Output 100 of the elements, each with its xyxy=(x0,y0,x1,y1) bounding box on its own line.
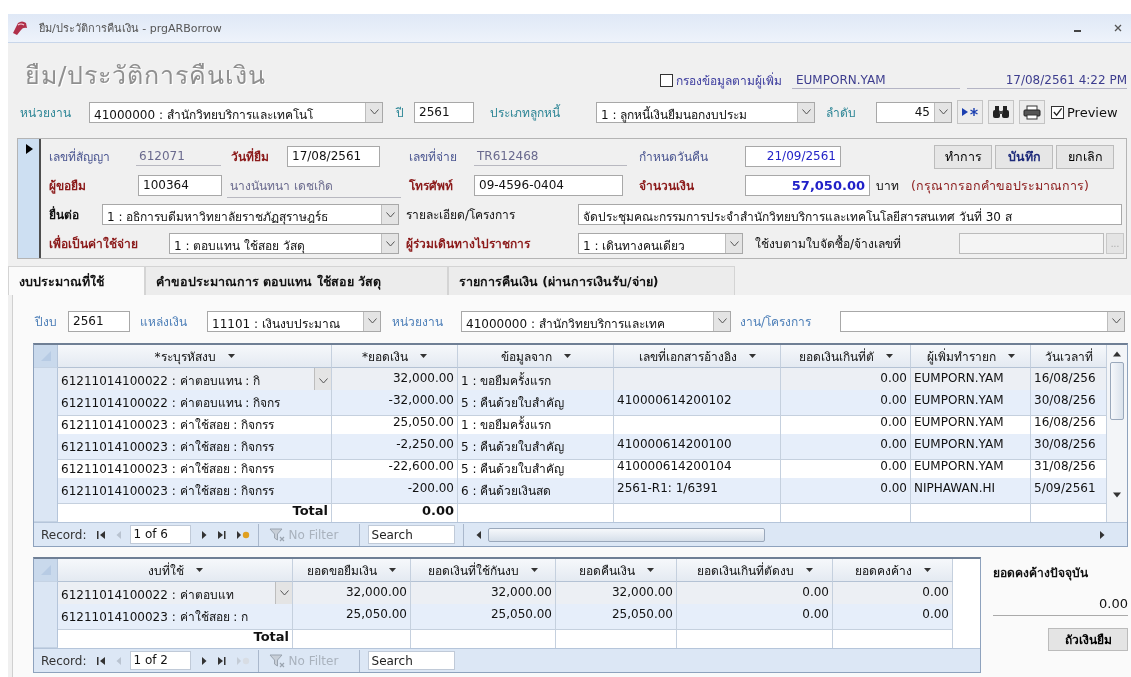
window-title: ยืม/ประวัติการคืนเงิน - prgARBorrow xyxy=(39,21,222,37)
scroll-right-icon[interactable] xyxy=(1099,529,1105,540)
field-value: นางนันทนา เดชเกิด xyxy=(227,173,401,198)
scroll-thumb[interactable] xyxy=(487,527,765,542)
dropdown-field[interactable]: 1 : เดินทางคนเดียว xyxy=(578,233,743,254)
table-cell: 2561-R1: 1/6391 xyxy=(614,478,781,504)
record-label: Record: xyxy=(41,527,87,542)
caret-icon xyxy=(227,354,235,358)
caret-icon xyxy=(385,240,395,247)
field-label: ใช้งบตามใบจัดซื้อ/จ้างเลขที่ xyxy=(755,234,903,253)
settle-button[interactable]: ถัวเงินยืม xyxy=(1048,628,1128,651)
previous-record-icon[interactable] xyxy=(115,529,122,540)
scroll-left-icon[interactable] xyxy=(475,529,482,540)
caret-icon xyxy=(938,109,948,115)
action-button[interactable]: ยกเลิก xyxy=(1056,144,1114,169)
checkbox[interactable] xyxy=(1051,105,1064,119)
field-label: ผู้ขอยืม xyxy=(49,178,87,195)
row-selector[interactable] xyxy=(34,582,58,605)
dropdown-field[interactable]: 1 : ตอบแทน ใช้สอย วัสดุ xyxy=(169,233,399,254)
next-record-icon[interactable] xyxy=(200,655,207,666)
current-record-icon xyxy=(26,144,33,154)
table-cell: 0.00 xyxy=(833,604,953,630)
text-field[interactable]: 2561 xyxy=(68,310,130,332)
scroll-thumb[interactable] xyxy=(1110,362,1124,420)
first-record-icon[interactable] xyxy=(96,655,106,666)
previous-record-icon[interactable] xyxy=(115,655,122,666)
vertical-scrollbar[interactable] xyxy=(1107,345,1127,522)
search-field[interactable]: Search xyxy=(367,525,455,544)
user-name: EUMPORN.YAM xyxy=(792,72,960,89)
table-cell: 30/08/256 xyxy=(1031,390,1107,416)
next-record-icon[interactable] xyxy=(200,529,207,540)
record-position-field[interactable]: 1 of 6 xyxy=(129,525,191,544)
printer-icon xyxy=(1023,104,1041,120)
table-cell: 0.00 xyxy=(781,390,911,416)
first-record-icon[interactable] xyxy=(96,529,106,540)
table-cell: 30/08/256 xyxy=(1031,434,1107,460)
row-selector[interactable] xyxy=(34,500,58,522)
table-cell: 25,050.00 xyxy=(293,604,411,630)
form-heading: ยืม/ประวัติการคืนเงิน xyxy=(25,59,267,92)
print-button[interactable] xyxy=(1019,100,1045,124)
text-field[interactable]: 09-4596-0404 xyxy=(474,175,623,196)
tab[interactable]: งบประมาณที่ใช้ xyxy=(8,266,145,295)
action-button[interactable]: บันทึก xyxy=(995,144,1053,169)
table-cell: EUMPORN.YAM xyxy=(911,390,1031,416)
dropdown-cell[interactable]: 61211014100022 : ค่าตอบแท xyxy=(58,582,293,605)
table-cell: 61211014100023 : ค่าใช้สอย : ก xyxy=(58,604,293,630)
close-icon[interactable] xyxy=(1113,23,1123,33)
caret-icon xyxy=(923,568,931,572)
new-record-icon[interactable] xyxy=(235,529,250,540)
dropdown-field[interactable]: 11101 : เงินงบประมาณ xyxy=(207,310,381,332)
binoculars-icon xyxy=(992,105,1010,119)
funnel-icon xyxy=(268,653,285,668)
field-label: หน่วยงาน xyxy=(20,104,72,122)
caret-icon xyxy=(279,590,289,596)
checkbox[interactable] xyxy=(660,74,673,87)
date-time: 17/08/2561 4:22 PM xyxy=(967,72,1127,89)
field-label: ปี xyxy=(396,104,405,122)
dropdown-field[interactable]: 1 : อธิการบดีมหาวิทยาลัยราชภัฏสุราษฎร์ธ xyxy=(102,204,399,225)
table-row[interactable]: 61211014100022 : ค่าตอบแท 32,000.00 32,000.00 32,000.00 0.00 0.00 xyxy=(34,582,953,604)
record-label: Record: xyxy=(41,653,87,668)
record-position-field[interactable]: 1 of 2 xyxy=(129,651,191,670)
dropdown-field[interactable]: 45 xyxy=(876,101,952,123)
action-button[interactable]: ทำการ xyxy=(934,144,992,169)
caret-icon xyxy=(805,568,813,572)
new-record-button[interactable] xyxy=(957,100,983,124)
scroll-up-icon[interactable] xyxy=(1112,351,1122,357)
dropdown-field[interactable]: 41000000 : สำนักวิทยบริการและเทค xyxy=(461,310,731,332)
row-selector[interactable] xyxy=(34,626,58,648)
text-field[interactable]: 2561 xyxy=(414,101,474,123)
dropdown-field[interactable]: 41000000 : สำนักวิทยบริการและเทคโนโ xyxy=(89,101,383,123)
caret-icon xyxy=(531,568,538,572)
select-all-corner[interactable] xyxy=(34,345,58,368)
text-field[interactable]: 100364 xyxy=(138,175,222,196)
table-cell: 61211014100022 : ค่าตอบแทน : กิจกร xyxy=(58,390,332,416)
table-cell: 5 : คืนด้วยใบสำคัญ xyxy=(458,390,614,416)
table-cell: 32,000.00 xyxy=(556,582,677,605)
last-record-icon[interactable] xyxy=(216,529,226,540)
field-label: ประเภทลูกหนี้ xyxy=(490,103,562,122)
field-label: งาน/โครงการ xyxy=(740,313,813,331)
date-field[interactable]: 21/09/2561 xyxy=(745,146,841,167)
dropdown-field[interactable] xyxy=(840,310,1125,332)
caret-icon xyxy=(420,354,427,358)
caret-icon xyxy=(1007,354,1015,358)
table-cell: 0.00 xyxy=(781,434,911,460)
amount-field[interactable]: 57,050.00 xyxy=(745,175,870,196)
tab[interactable]: รายการคืนเงิน (ผ่านการเงินรับ/จ่าย) xyxy=(448,266,735,295)
dropdown-field[interactable]: 1 : ลูกหนี้เงินยืมนอกงบประม xyxy=(596,101,815,123)
search-field[interactable]: Search xyxy=(367,651,455,670)
scroll-down-icon[interactable] xyxy=(1112,492,1122,498)
caret-icon xyxy=(195,568,203,572)
tab[interactable]: คำขอประมาณการ ตอบแทน ใช้สอย วัสดุ xyxy=(145,266,448,295)
text-field[interactable]: 17/08/2561 xyxy=(287,146,380,167)
find-button[interactable] xyxy=(988,100,1014,124)
field-value: TR612468 xyxy=(474,147,627,166)
record-selector[interactable] xyxy=(18,139,41,258)
select-all-corner[interactable] xyxy=(34,559,58,582)
text-field[interactable]: จัดประชุมคณะกรรมการประจำสำนักวิทยบริการและเทคโนโลยีสารสนเทศ วันที่ 30 ส xyxy=(578,204,1122,225)
last-record-icon[interactable] xyxy=(216,655,226,666)
caret-icon xyxy=(369,109,379,115)
field-label: กำหนดวันคืน xyxy=(639,149,709,166)
